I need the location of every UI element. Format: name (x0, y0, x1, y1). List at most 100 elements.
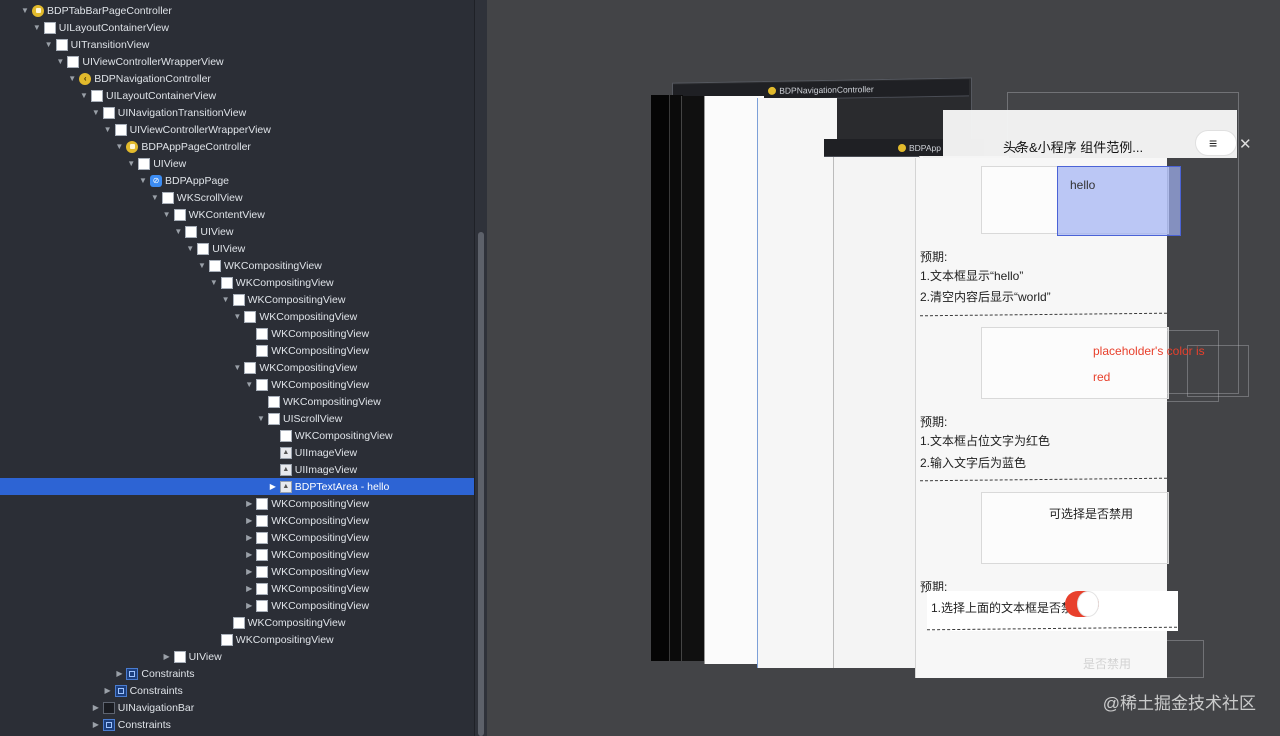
hierarchy-row[interactable]: ▶ ▲ BDPTextArea - hello (0, 478, 474, 495)
hierarchy-row[interactable]: ▶ WKCompositingView (0, 529, 474, 546)
hierarchy-row[interactable]: ▼ UILayoutContainerView (0, 87, 474, 104)
disclosure-collapsed-icon[interactable]: ▶ (244, 533, 254, 542)
hierarchy-row[interactable]: ▼ UIScrollView (0, 410, 474, 427)
hierarchy-row[interactable]: ▼ UIView (0, 240, 474, 257)
hierarchy-row[interactable]: ▼ ⊘ BDPAppPage (0, 172, 474, 189)
hierarchy-row[interactable]: ▲ UIImageView (0, 444, 474, 461)
disclosure-expanded-icon[interactable]: ▼ (256, 414, 266, 423)
hierarchy-row[interactable]: ▼ BDPAppPageController (0, 138, 474, 155)
textarea-card-2[interactable] (981, 327, 1169, 399)
hierarchy-row[interactable]: ▼ WKCompositingView (0, 257, 474, 274)
disclosure-expanded-icon[interactable]: ▼ (173, 227, 183, 236)
hierarchy-row[interactable]: WKCompositingView (0, 393, 474, 410)
hierarchy-row[interactable]: ▶ Constraints (0, 682, 474, 699)
hierarchy-row[interactable]: ▶ UIView (0, 648, 474, 665)
disclosure-collapsed-icon[interactable]: ▶ (91, 703, 101, 712)
layer-black-1[interactable] (651, 95, 671, 661)
selectable-label[interactable]: 可选择是否禁用 (1049, 505, 1133, 522)
layer-white-3[interactable] (833, 150, 923, 668)
hierarchy-row[interactable]: ▼ WKCompositingView (0, 359, 474, 376)
disclosure-collapsed-icon[interactable]: ▶ (103, 686, 113, 695)
disclosure-collapsed-icon[interactable]: ▶ (244, 601, 254, 610)
disclosure-expanded-icon[interactable]: ▼ (138, 176, 148, 185)
navigator-scrollbar[interactable] (474, 0, 487, 736)
disclosure-expanded-icon[interactable]: ▼ (55, 57, 65, 66)
disclosure-expanded-icon[interactable]: ▼ (103, 125, 113, 134)
menu-icon[interactable]: ≡ (1209, 135, 1217, 151)
disclosure-collapsed-icon[interactable]: ▶ (91, 720, 101, 729)
hierarchy-row-label: WKCompositingView (271, 548, 370, 561)
disclosure-expanded-icon[interactable]: ▼ (126, 159, 136, 168)
hierarchy-row[interactable]: ▶ Constraints (0, 665, 474, 682)
hierarchy-row[interactable]: ▼ UIViewControllerWrapperView (0, 121, 474, 138)
layer-black-3[interactable] (681, 96, 705, 661)
disclosure-collapsed-icon[interactable]: ▶ (244, 516, 254, 525)
hierarchy-row[interactable]: ▶ WKCompositingView (0, 512, 474, 529)
disclosure-expanded-icon[interactable]: ▼ (209, 278, 219, 287)
hierarchy-row[interactable]: WKCompositingView (0, 631, 474, 648)
disable-switch-knob[interactable] (1077, 591, 1099, 617)
hierarchy-row[interactable]: WKCompositingView (0, 427, 474, 444)
hierarchy-row[interactable]: ▶ WKCompositingView (0, 563, 474, 580)
hierarchy-row[interactable]: ▼ BDPTabBarPageController (0, 2, 474, 19)
hierarchy-row[interactable]: ▼ WKContentView (0, 206, 474, 223)
textarea-hello-highlight[interactable] (1057, 166, 1181, 236)
disclosure-expanded-icon[interactable]: ▼ (197, 261, 207, 270)
exploded-3d-canvas[interactable]: BDPNavigationController BDPApp ‹ 头条&小程序 … (487, 0, 1280, 736)
hierarchy-row[interactable]: ▼ UIViewControllerWrapperView (0, 53, 474, 70)
disclosure-expanded-icon[interactable]: ▼ (185, 244, 195, 253)
disclosure-expanded-icon[interactable]: ▼ (67, 74, 77, 83)
disclosure-expanded-icon[interactable]: ▼ (44, 40, 54, 49)
hierarchy-row[interactable]: ▼ UIView (0, 223, 474, 240)
hierarchy-row[interactable]: ▼ UIView (0, 155, 474, 172)
hierarchy-row[interactable]: ▼ WKCompositingView (0, 291, 474, 308)
disclosure-expanded-icon[interactable]: ▼ (20, 6, 30, 15)
disclosure-expanded-icon[interactable]: ▼ (232, 363, 242, 372)
hierarchy-row[interactable]: WKCompositingView (0, 325, 474, 342)
hierarchy-row[interactable]: ▼ UINavigationTransitionView (0, 104, 474, 121)
disclosure-collapsed-icon[interactable]: ▶ (244, 567, 254, 576)
disclosure-expanded-icon[interactable]: ▼ (91, 108, 101, 117)
hierarchy-row[interactable]: ▼ UILayoutContainerView (0, 19, 474, 36)
hierarchy-row[interactable]: ▶ WKCompositingView (0, 597, 474, 614)
disclosure-expanded-icon[interactable]: ▼ (32, 23, 42, 32)
disclosure-expanded-icon[interactable]: ▼ (114, 142, 124, 151)
textarea-hello-text[interactable]: hello (1070, 178, 1095, 192)
hierarchy-row[interactable]: ▼ UITransitionView (0, 36, 474, 53)
disclosure-collapsed-icon[interactable]: ▶ (162, 652, 172, 661)
disclosure-expanded-icon[interactable]: ▼ (244, 380, 254, 389)
hierarchy-row[interactable]: ▼ WKCompositingView (0, 274, 474, 291)
disclosure-collapsed-icon[interactable]: ▶ (114, 669, 124, 678)
placeholder-line-2[interactable]: red (1093, 370, 1110, 384)
hierarchy-row[interactable]: ▲ UIImageView (0, 461, 474, 478)
hierarchy-row[interactable]: ▼ WKCompositingView (0, 376, 474, 393)
hierarchy-row-label: UIScrollView (283, 412, 343, 425)
hierarchy-row-label: UIImageView (294, 463, 358, 476)
hierarchy-row[interactable]: ▼ WKScrollView (0, 189, 474, 206)
navigator-scrollbar-thumb[interactable] (478, 232, 484, 736)
disclosure-expanded-icon[interactable]: ▼ (232, 312, 242, 321)
hierarchy-row[interactable]: ▼ WKCompositingView (0, 308, 474, 325)
hierarchy-row[interactable]: ▶ WKCompositingView (0, 580, 474, 597)
disclosure-collapsed-icon[interactable]: ▶ (244, 550, 254, 559)
hierarchy-row[interactable]: ▶ WKCompositingView (0, 546, 474, 563)
textarea-card-3[interactable] (981, 492, 1169, 564)
disclosure-expanded-icon[interactable]: ▼ (162, 210, 172, 219)
placeholder-line-1[interactable]: placeholder's color is (1093, 344, 1205, 358)
hierarchy-row[interactable]: ▼ ‹ BDPNavigationController (0, 70, 474, 87)
hierarchy-row[interactable]: WKCompositingView (0, 614, 474, 631)
disclosure-expanded-icon[interactable]: ▼ (150, 193, 160, 202)
close-icon[interactable]: ✕ (1239, 135, 1252, 153)
hierarchy-row[interactable]: ▶ Constraints (0, 716, 474, 733)
hierarchy-row-label: WKCompositingView (271, 327, 370, 340)
hierarchy-row[interactable]: ▶ UINavigationBar (0, 699, 474, 716)
disclosure-collapsed-icon[interactable]: ▶ (268, 482, 278, 491)
hierarchy-row[interactable]: ▶ WKCompositingView (0, 495, 474, 512)
disclosure-expanded-icon[interactable]: ▼ (79, 91, 89, 100)
disclosure-expanded-icon[interactable]: ▼ (221, 295, 231, 304)
layer-white-1[interactable] (704, 96, 764, 664)
hierarchy-row[interactable]: WKCompositingView (0, 342, 474, 359)
layer-white-2[interactable] (757, 98, 837, 668)
disclosure-collapsed-icon[interactable]: ▶ (244, 584, 254, 593)
disclosure-collapsed-icon[interactable]: ▶ (244, 499, 254, 508)
